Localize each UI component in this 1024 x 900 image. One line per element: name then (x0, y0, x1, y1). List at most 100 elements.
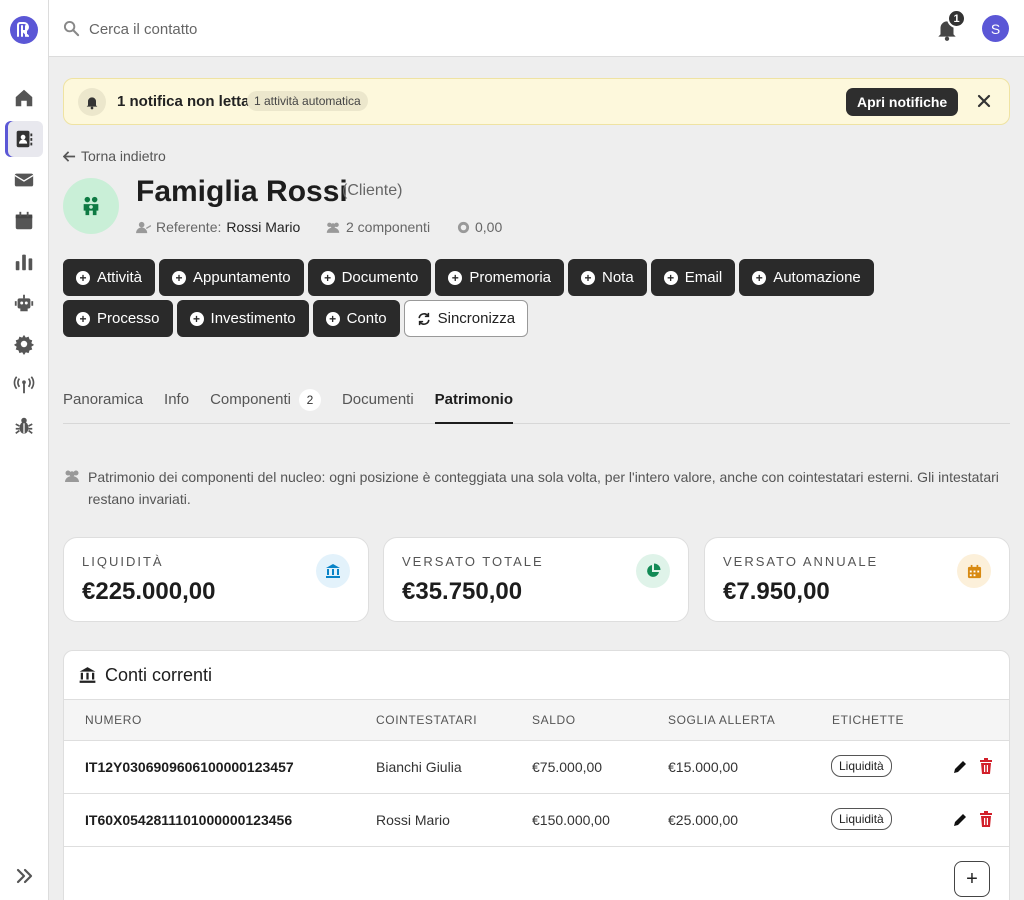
plus-circle-icon: + (663, 270, 678, 285)
account-number: IT12Y0306909606100000123457 (85, 759, 294, 775)
column-header[interactable]: SALDO (532, 713, 576, 727)
search-input[interactable] (89, 14, 569, 44)
add-reminder-button[interactable]: + Promemoria (435, 259, 564, 296)
sidebar-item-settings[interactable] (5, 326, 43, 362)
add-activity-button[interactable]: + Attività (63, 259, 156, 296)
sidebar-item-integrations[interactable] (5, 367, 43, 403)
user-tag-icon (136, 221, 151, 233)
sidebar-item-calendar[interactable] (5, 203, 43, 239)
home-icon (15, 89, 33, 107)
stat-card-liquidity: LIQUIDITÀ €225.000,00 (63, 537, 369, 622)
column-header[interactable]: NUMERO (85, 713, 142, 727)
label-tag: Liquidità (831, 808, 892, 830)
banner-pill: 1 attività automatica (247, 91, 368, 111)
account-coholders: Bianchi Giulia (376, 759, 462, 775)
add-process-button[interactable]: + Processo (63, 300, 173, 337)
users-icon (326, 222, 340, 233)
table-row[interactable]: IT12Y0306909606100000123457 Bianchi Giul… (64, 741, 1009, 794)
plus-circle-icon: + (448, 270, 463, 285)
pencil-icon[interactable] (952, 759, 968, 775)
sidebar-item-email[interactable] (5, 162, 43, 198)
account-balance: €75.000,00 (532, 759, 603, 775)
add-email-button[interactable]: + Email (650, 259, 736, 296)
account-alert-threshold: €15.000,00 (668, 759, 739, 775)
open-notifications-button[interactable]: Apri notifiche (846, 88, 959, 116)
app-logo-icon[interactable] (10, 16, 38, 44)
back-link-label: Torna indietro (81, 148, 166, 164)
tab-count-badge: 2 (298, 389, 321, 411)
referente-label: Referente: (156, 219, 222, 235)
family-avatar (63, 178, 119, 234)
sidebar-item-contacts[interactable] (5, 121, 43, 157)
notification-count-badge: 1 (947, 9, 966, 28)
column-header[interactable]: ETICHETTE (832, 713, 904, 727)
trash-icon[interactable] (979, 811, 993, 828)
add-note-button[interactable]: + Nota (568, 259, 647, 296)
tab-bar: Panoramica Info Componenti 2 Documenti Pa… (63, 385, 1010, 424)
panel-title: Conti correnti (105, 664, 213, 685)
sidebar-item-debug[interactable] (5, 408, 43, 444)
trash-icon[interactable] (979, 758, 993, 775)
family-icon (83, 196, 99, 216)
pie-chart-icon (636, 554, 670, 588)
add-account-button[interactable]: + Conto (312, 300, 400, 337)
panel-header: Conti correnti (64, 651, 1009, 700)
column-header[interactable]: SOGLIA ALLERTA (668, 713, 775, 727)
tab-info[interactable]: Info (164, 385, 189, 424)
tab-assets[interactable]: Patrimonio (434, 385, 514, 424)
action-bar: + Attività + Appuntamento + Documento + Prom… (63, 259, 963, 337)
tab-documents[interactable]: Documenti (342, 385, 414, 424)
sidebar-item-reports[interactable] (5, 244, 43, 280)
add-account-row-button[interactable]: + (954, 861, 990, 897)
account-number: IT60X0542811101000000123456 (85, 812, 293, 828)
card-label: VERSATO ANNUALE (723, 554, 879, 569)
plus-circle-icon: + (325, 311, 340, 326)
card-label: VERSATO TOTALE (402, 554, 544, 569)
sync-button[interactable]: Sincronizza (403, 300, 529, 337)
balance-info: 0,00 (457, 219, 502, 235)
stat-card-annual-deposited: VERSATO ANNUALE €7.950,00 (704, 537, 1010, 622)
sync-icon (418, 312, 430, 325)
account-balance: €150.000,00 (532, 812, 610, 828)
sidebar-item-automations[interactable] (5, 285, 43, 321)
coin-icon (457, 221, 470, 233)
add-document-button[interactable]: + Documento (307, 259, 432, 296)
info-note: Patrimonio dei componenti del nucleo: og… (63, 466, 1010, 510)
add-automation-button[interactable]: + Automazione (739, 259, 874, 296)
plus-circle-icon: + (76, 270, 90, 285)
close-icon[interactable] (976, 93, 992, 109)
account-coholders: Rossi Mario (376, 812, 450, 828)
card-label: LIQUIDITÀ (82, 554, 164, 569)
page-title: Famiglia Rossi (136, 175, 348, 208)
antenna-icon (13, 376, 35, 394)
add-investment-button[interactable]: + Investimento (176, 300, 309, 337)
calendar-icon (15, 211, 33, 230)
plus-circle-icon: + (76, 311, 90, 326)
tab-components[interactable]: Componenti 2 (210, 385, 321, 424)
tab-overview[interactable]: Panoramica (63, 385, 143, 424)
calendar-icon (957, 554, 991, 588)
plus-circle-icon: + (172, 270, 187, 285)
plus-circle-icon: + (189, 311, 204, 326)
referente-value[interactable]: Rossi Mario (226, 219, 300, 235)
users-icon (65, 470, 79, 482)
table-row[interactable]: IT60X0542811101000000123456 Rossi Mario … (64, 794, 1009, 847)
card-value: €7.950,00 (723, 578, 830, 605)
bank-accounts-panel: Conti correnti NUMERO COINTESTATARI SALD… (63, 650, 1010, 900)
pencil-icon[interactable] (952, 812, 968, 828)
plus-circle-icon: + (320, 270, 335, 285)
sidebar-item-home[interactable] (5, 80, 43, 116)
table-header: NUMERO COINTESTATARI SALDO SOGLIA ALLERT… (64, 700, 1009, 741)
top-bar: 1 S (49, 0, 1024, 57)
user-avatar[interactable]: S (982, 15, 1009, 42)
add-appointment-button[interactable]: + Appuntamento (159, 259, 304, 296)
back-link[interactable]: Torna indietro (63, 148, 166, 164)
banner-title: 1 notifica non letta (117, 93, 250, 110)
account-alert-threshold: €25.000,00 (668, 812, 739, 828)
column-header[interactable]: COINTESTATARI (376, 713, 477, 727)
card-value: €35.750,00 (402, 578, 523, 605)
bug-icon (15, 417, 33, 434)
sidebar (0, 0, 49, 900)
expand-sidebar-icon[interactable] (13, 864, 37, 888)
bar-chart-icon (15, 254, 33, 271)
